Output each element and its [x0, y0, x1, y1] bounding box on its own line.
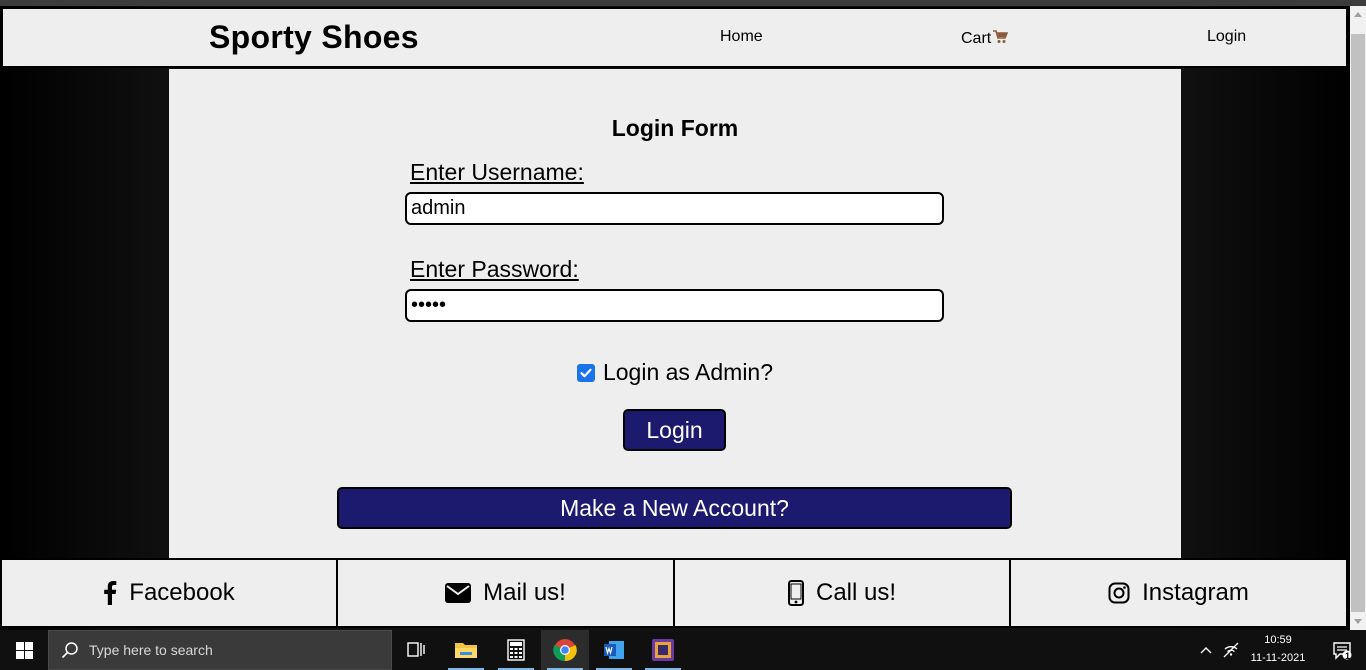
calculator-icon [507, 639, 525, 661]
scroll-down-arrow-icon[interactable] [1354, 619, 1362, 624]
footer-mail-link[interactable]: Mail us! [338, 558, 675, 628]
word-icon [604, 641, 624, 659]
app-icon [652, 639, 674, 661]
footer-call-label: Call us! [815, 579, 897, 606]
login-button[interactable]: Login [623, 409, 726, 451]
password-input[interactable] [405, 289, 944, 322]
folder-icon [455, 643, 477, 658]
footer-call-link[interactable]: Call us! [675, 558, 1011, 628]
footer-mail-label: Mail us! [483, 579, 566, 606]
action-center-button[interactable]: 1 [1318, 630, 1366, 670]
nav-home-link[interactable]: Home [720, 28, 763, 46]
footer: Facebook Mail us! Call us! Instagram [0, 558, 1350, 628]
network-status-button[interactable] [1218, 630, 1244, 670]
envelope-icon [445, 583, 472, 603]
search-placeholder: Type here to search [89, 642, 213, 658]
cart-icon [993, 30, 1009, 43]
task-view-icon [407, 642, 425, 657]
nav-cart-label: Cart [961, 30, 992, 47]
mobile-phone-icon [787, 580, 804, 606]
footer-facebook-link[interactable]: Facebook [0, 558, 338, 628]
task-view-button[interactable] [392, 630, 440, 670]
taskbar-search-box[interactable]: Type here to search [48, 630, 392, 670]
browser-page: Sporty Shoes Home Cart Login Login Form … [0, 6, 1350, 630]
brand-title[interactable]: Sporty Shoes [209, 19, 419, 56]
chrome-icon [553, 639, 577, 662]
footer-instagram-label: Instagram [1142, 579, 1249, 606]
username-input[interactable] [405, 192, 944, 225]
taskbar-file-explorer[interactable] [442, 630, 490, 670]
chevron-up-icon [1200, 647, 1212, 654]
form-title: Login Form [611, 115, 739, 141]
taskbar-chrome[interactable] [541, 630, 589, 670]
footer-facebook-label: Facebook [129, 579, 235, 606]
admin-checkbox[interactable] [576, 364, 595, 382]
checkmark-icon [580, 368, 592, 378]
new-account-button[interactable]: Make a New Account? [337, 487, 1012, 529]
windows-start-button[interactable] [0, 630, 48, 670]
password-label: Enter Password: [410, 256, 579, 282]
admin-checkbox-label[interactable]: Login as Admin? [603, 359, 773, 386]
username-label: Enter Username: [410, 159, 584, 185]
admin-checkbox-row: Login as Admin? [169, 359, 1181, 386]
nav-login-link[interactable]: Login [1207, 28, 1246, 46]
footer-instagram-link[interactable]: Instagram [1011, 558, 1348, 628]
tray-clock-time[interactable]: 10:59 [1248, 634, 1308, 646]
navbar: Sporty Shoes Home Cart Login [1, 7, 1348, 68]
instagram-icon [1108, 582, 1130, 604]
windows-logo-icon [15, 641, 33, 659]
taskbar: Type here to search 10:59 11-11-2021 1 [0, 630, 1366, 670]
scroll-up-arrow-icon[interactable] [1354, 12, 1362, 17]
taskbar-app[interactable] [639, 630, 687, 670]
facebook-icon [103, 581, 117, 605]
scroll-thumb[interactable] [1351, 34, 1365, 612]
taskbar-word[interactable] [590, 630, 638, 670]
search-icon [61, 642, 78, 659]
page-scrollbar[interactable] [1350, 6, 1366, 630]
login-panel: Login Form Enter Username: Enter Passwor… [169, 69, 1181, 561]
show-hidden-icons-button[interactable] [1194, 630, 1218, 670]
taskbar-calculator[interactable] [492, 630, 540, 670]
tray-clock-date[interactable]: 11-11-2021 [1244, 652, 1312, 664]
network-disconnected-icon [1223, 642, 1239, 658]
nav-cart-link[interactable]: Cart [961, 30, 1009, 48]
notification-count: 1 [1345, 651, 1351, 661]
